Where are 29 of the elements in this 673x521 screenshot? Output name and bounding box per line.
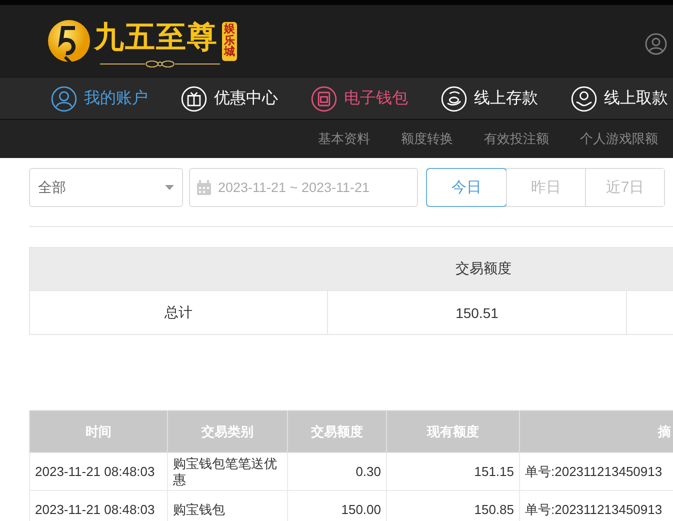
- subnav-link[interactable]: 基本资料: [318, 130, 370, 148]
- nav-link[interactable]: 我的账户: [51, 86, 148, 112]
- column-header: 交易额度: [30, 248, 673, 290]
- table-cell: 151.15: [386, 452, 520, 490]
- logo-icon: [47, 19, 92, 64]
- table-cell: 0.30: [288, 452, 386, 490]
- category-select[interactable]: 全部: [29, 168, 183, 207]
- table-cell: 150.51: [328, 290, 626, 334]
- nav-link[interactable]: 优惠中心: [181, 86, 278, 112]
- table-cell: 2023-11-21 08:48:03: [30, 490, 168, 521]
- calendar-icon: [196, 180, 212, 196]
- subnav-link[interactable]: 个人游戏限额: [580, 130, 658, 148]
- table-cell: 购宝钱包笔笔送优惠: [168, 452, 288, 490]
- brand-tag: 娱乐城: [222, 22, 237, 61]
- table-cell: 2023-11-21 08:48:03: [30, 452, 168, 490]
- nav-link[interactable]: 电子钱包: [311, 86, 408, 112]
- subnav-link[interactable]: 额度转换: [401, 130, 453, 148]
- date-range-tab[interactable]: 今日: [427, 169, 506, 206]
- person-icon: [51, 86, 77, 112]
- nav-link[interactable]: 线上取款: [571, 86, 668, 112]
- user-icon[interactable]: [645, 33, 667, 55]
- gift-icon: [181, 86, 207, 112]
- wallet-icon: [311, 86, 337, 112]
- subnav-link[interactable]: 有效投注额: [484, 130, 549, 148]
- date-range-field[interactable]: 2023-11-21 ~ 2023-11-21: [189, 168, 418, 207]
- table-cell: 总计: [30, 290, 328, 334]
- brand-name: 九五至尊: [94, 19, 218, 57]
- caret-icon: [165, 185, 174, 190]
- nav-link[interactable]: 线上存款: [441, 86, 538, 112]
